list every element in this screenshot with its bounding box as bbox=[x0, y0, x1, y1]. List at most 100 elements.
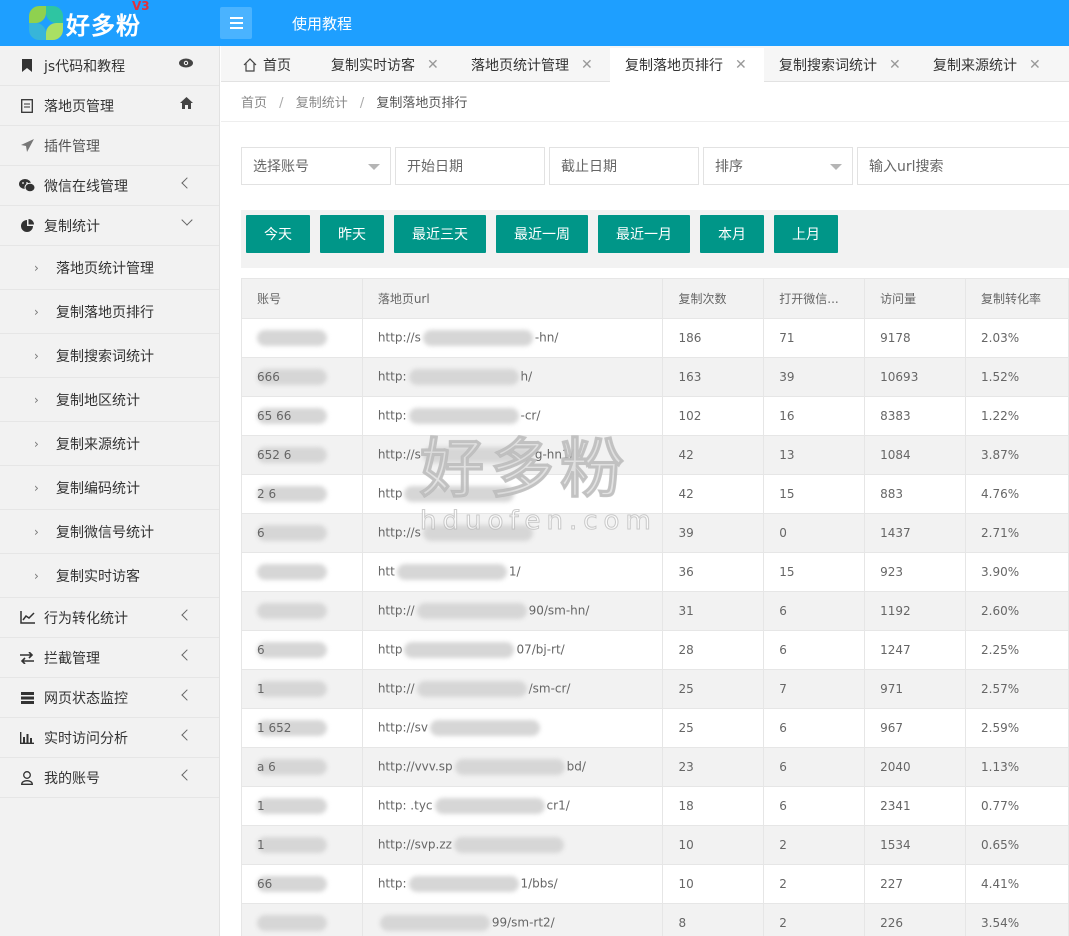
table-row[interactable]: htt 1/36 15 923 3.90% bbox=[241, 552, 1069, 592]
cell-copies: 25 bbox=[662, 669, 765, 709]
chevron-left-icon bbox=[181, 729, 193, 741]
account-select[interactable]: 选择账号 bbox=[241, 147, 391, 185]
start-date-input[interactable]: 开始日期 bbox=[395, 147, 545, 185]
clover-logo-icon bbox=[28, 5, 64, 41]
table-row[interactable]: http:// 90/sm-hn/31 6 1192 2.60% bbox=[241, 591, 1069, 631]
last-week-button[interactable]: 最近一周 bbox=[496, 215, 588, 253]
cell-copies: 186 bbox=[662, 318, 765, 358]
url-suffix: -hn/ bbox=[534, 330, 559, 345]
column-header-account[interactable]: 账号 bbox=[241, 278, 363, 319]
column-header-visits[interactable]: 访问量 bbox=[864, 278, 967, 319]
table-row[interactable]: 652 6 http://s g-hn1/42 13 1084 3.87% bbox=[241, 435, 1069, 475]
cell-account bbox=[241, 552, 363, 592]
tab-search-terms[interactable]: 复制搜索词统计 ✕ bbox=[779, 48, 901, 82]
this-month-button[interactable]: 本月 bbox=[700, 215, 764, 253]
cell-visits: 883 bbox=[864, 474, 967, 514]
sidebar-item-page-monitor[interactable]: 网页状态监控 bbox=[0, 678, 219, 718]
sidebar-subitem-label: 复制来源统计 bbox=[56, 436, 140, 453]
table-row[interactable]: 1 http: .tyc cr1/18 6 2341 0.77% bbox=[241, 786, 1069, 826]
table-row[interactable]: 66 http: 1/bbs/10 2 227 4.41% bbox=[241, 864, 1069, 904]
table-row[interactable]: 99/sm-rt2/8 2 226 3.54% bbox=[241, 903, 1069, 936]
url-suffix: g-hn1/ bbox=[534, 447, 574, 462]
cell-visits: 226 bbox=[864, 903, 967, 936]
sidebar-item-label: 实时访问分析 bbox=[44, 730, 128, 747]
tab-landing-ranking[interactable]: 复制落地页排行 ✕ bbox=[610, 48, 764, 82]
column-header-opened[interactable]: 打开微信... bbox=[763, 278, 866, 319]
table-row[interactable]: 6 http://s 39 0 1437 2.71% bbox=[241, 513, 1069, 553]
cell-account bbox=[241, 903, 363, 936]
url-prefix: http:// bbox=[377, 681, 415, 696]
sidebar-subitem[interactable]: › 复制实时访客 bbox=[0, 554, 219, 598]
url-prefix: http://s bbox=[377, 525, 421, 540]
sidebar-item-intercept[interactable]: 拦截管理 bbox=[0, 638, 219, 678]
cell-account: 666 bbox=[241, 357, 363, 397]
cell-visits: 8383 bbox=[864, 396, 967, 436]
cell-account-fragment: 666 bbox=[257, 369, 280, 384]
sidebar-subitem-label: 落地页统计管理 bbox=[56, 260, 154, 277]
today-button[interactable]: 今天 bbox=[246, 215, 310, 253]
table-body: http://s -hn/186 71 9178 2.03% 666 http: h/163 3… bbox=[241, 318, 1069, 936]
sidebar-item-label: 落地页管理 bbox=[44, 98, 114, 115]
tutorial-link[interactable]: 使用教程 bbox=[292, 13, 352, 34]
table-row[interactable]: a 6 http://vvv.sp bd/23 6 2040 1.13% bbox=[241, 747, 1069, 787]
prev-month-button[interactable]: 上月 bbox=[774, 215, 838, 253]
sidebar-subitem[interactable]: › 复制搜索词统计 bbox=[0, 334, 219, 378]
tab-realtime-visitors[interactable]: 复制实时访客 ✕ bbox=[331, 48, 439, 82]
last-month-button[interactable]: 最近一月 bbox=[598, 215, 690, 253]
table-row[interactable]: http://s -hn/186 71 9178 2.03% bbox=[241, 318, 1069, 358]
column-header-url[interactable]: 落地页url bbox=[361, 278, 664, 319]
end-date-input[interactable]: 截止日期 bbox=[549, 147, 699, 185]
last-three-days-button[interactable]: 最近三天 bbox=[394, 215, 486, 253]
sidebar-item-realtime-analysis[interactable]: 实时访问分析 bbox=[0, 718, 219, 758]
breadcrumb-copy-stats[interactable]: 复制统计 bbox=[296, 96, 348, 111]
app-logo[interactable]: 好多粉 bbox=[28, 4, 141, 42]
sidebar-item-my-account[interactable]: 我的账号 bbox=[0, 758, 219, 798]
redacted-block bbox=[416, 603, 527, 619]
column-header-rate[interactable]: 复制转化率 bbox=[965, 278, 1069, 319]
sidebar: js代码和教程 落地页管理 插件管理 微信在线管理 复制统计 › 落地页统计管理 bbox=[0, 46, 220, 936]
close-icon[interactable]: ✕ bbox=[581, 57, 593, 73]
sidebar-subitem[interactable]: › 落地页统计管理 bbox=[0, 246, 219, 290]
sidebar-subitem[interactable]: › 复制微信号统计 bbox=[0, 510, 219, 554]
table-row[interactable]: 1 652 http://sv 25 6 967 2.59% bbox=[241, 708, 1069, 748]
close-icon[interactable]: ✕ bbox=[427, 57, 439, 73]
close-icon[interactable]: ✕ bbox=[735, 57, 747, 73]
sidebar-subitem[interactable]: › 复制地区统计 bbox=[0, 378, 219, 422]
tab-landing-stats[interactable]: 落地页统计管理 ✕ bbox=[471, 48, 593, 82]
tab-label: 首页 bbox=[263, 58, 291, 74]
tab-home[interactable]: 首页 bbox=[243, 48, 291, 82]
table-row[interactable]: 6 http 07/bj-rt/28 6 1247 2.25% bbox=[241, 630, 1069, 670]
chevron-left-icon bbox=[181, 649, 193, 661]
tab-sources[interactable]: 复制来源统计 ✕ bbox=[933, 48, 1041, 82]
sidebar-item-js-code[interactable]: js代码和教程 bbox=[0, 46, 219, 86]
sidebar-item-plugins[interactable]: 插件管理 bbox=[0, 126, 219, 166]
url-search-input[interactable]: 输入url搜索 bbox=[857, 147, 1069, 185]
cell-copies: 163 bbox=[662, 357, 765, 397]
table-row[interactable]: 2 6 http 42 15 883 4.76% bbox=[241, 474, 1069, 514]
cell-copies: 10 bbox=[662, 825, 765, 865]
sidebar-subitem[interactable]: › 复制编码统计 bbox=[0, 466, 219, 510]
table-row[interactable]: 666 http: h/163 39 10693 1.52% bbox=[241, 357, 1069, 397]
url-prefix: http://s bbox=[377, 330, 421, 345]
sidebar-subitem[interactable]: › 复制来源统计 bbox=[0, 422, 219, 466]
close-icon[interactable]: ✕ bbox=[889, 57, 901, 73]
table-row[interactable]: 65 66 http: -cr/102 16 8383 1.22% bbox=[241, 396, 1069, 436]
breadcrumb-home[interactable]: 首页 bbox=[241, 96, 267, 111]
close-icon[interactable]: ✕ bbox=[1029, 57, 1041, 73]
sidebar-item-landing-pages[interactable]: 落地页管理 bbox=[0, 86, 219, 126]
url-suffix: 90/sm-hn/ bbox=[528, 603, 590, 618]
sidebar-item-wechat-online[interactable]: 微信在线管理 bbox=[0, 166, 219, 206]
sidebar-subitem[interactable]: › 复制落地页排行 bbox=[0, 290, 219, 334]
sort-select[interactable]: 排序 bbox=[703, 147, 853, 185]
sidebar-item-copy-stats[interactable]: 复制统计 bbox=[0, 206, 219, 246]
cell-url: http: -cr/ bbox=[361, 396, 664, 436]
yesterday-button[interactable]: 昨天 bbox=[320, 215, 384, 253]
table-row[interactable]: 1 http:// /sm-cr/25 7 971 2.57% bbox=[241, 669, 1069, 709]
menu-toggle-button[interactable] bbox=[220, 7, 252, 39]
column-header-copies[interactable]: 复制次数 bbox=[662, 278, 765, 319]
sidebar-item-behavior-stats[interactable]: 行为转化统计 bbox=[0, 598, 219, 638]
breadcrumb-separator: / bbox=[279, 96, 284, 111]
ranking-table: 账号 落地页url 复制次数 打开微信... 访问量 复制转化率 http://… bbox=[241, 278, 1069, 936]
table-row[interactable]: 1 http://svp.zz 10 2 1534 0.65% bbox=[241, 825, 1069, 865]
cell-account-fragment: 66 bbox=[257, 876, 273, 891]
